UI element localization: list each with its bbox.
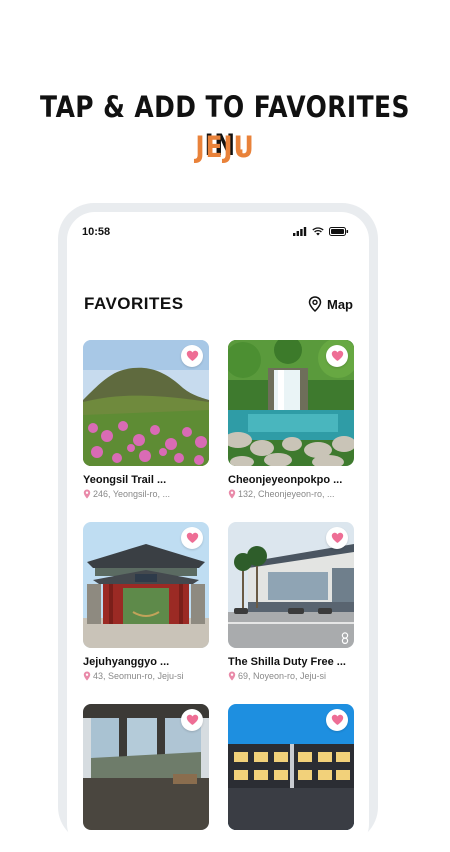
location-pin-icon xyxy=(83,671,91,681)
card-image xyxy=(228,704,354,830)
card-address: 246, Yeongsil-ro, ... xyxy=(83,489,209,499)
favorite-card[interactable] xyxy=(228,704,354,830)
card-title: Yeongsil Trail ... xyxy=(83,474,167,486)
phone-screen: 10:58 FAVORITES Map Yeongsil Trail ... 2… xyxy=(67,212,369,852)
map-button-label: Map xyxy=(327,296,353,312)
card-image xyxy=(228,340,354,466)
card-address-text: 69, Noyeon-ro, Jeju-si xyxy=(238,671,327,681)
card-image xyxy=(228,522,354,648)
favorite-heart-button[interactable] xyxy=(326,345,348,367)
favorite-heart-button[interactable] xyxy=(326,709,348,731)
heart-icon xyxy=(331,532,343,543)
favorite-heart-button[interactable] xyxy=(181,709,203,731)
card-title: Jejuhyanggyo ... xyxy=(83,656,170,668)
status-icons xyxy=(293,227,349,236)
card-address-text: 246, Yeongsil-ro, ... xyxy=(93,489,171,499)
favorite-card[interactable] xyxy=(83,704,209,830)
favorite-card[interactable]: Cheonjeyeonpokpo ... 132, Cheonjeyeon-ro… xyxy=(228,340,354,499)
heart-icon xyxy=(331,350,343,361)
signal-icon xyxy=(293,227,307,236)
favorite-card[interactable]: Yeongsil Trail ... 246, Yeongsil-ro, ... xyxy=(83,340,209,499)
location-pin-icon xyxy=(83,489,91,499)
card-title: Cheonjeyeonpokpo ... xyxy=(228,474,343,486)
status-time: 10:58 xyxy=(82,226,111,238)
card-address: 132, Cheonjeyeon-ro, ... xyxy=(228,489,354,499)
card-address: 69, Noyeon-ro, Jeju-si xyxy=(228,671,354,681)
location-pin-icon xyxy=(228,671,236,681)
favorite-heart-button[interactable] xyxy=(181,345,203,367)
card-address-text: 132, Cheonjeyeon-ro, ... xyxy=(238,489,335,499)
phone-frame: 10:58 FAVORITES Map Yeongsil Trail ... 2… xyxy=(58,203,378,852)
heart-icon xyxy=(186,532,198,543)
map-button[interactable]: Map xyxy=(308,296,353,312)
card-image xyxy=(83,340,209,466)
card-address: 43, Seomun-ro, Jeju-si xyxy=(83,671,209,681)
heart-icon xyxy=(186,714,198,725)
favorite-heart-button[interactable] xyxy=(326,527,348,549)
wifi-icon xyxy=(312,227,324,236)
card-address-text: 43, Seomun-ro, Jeju-si xyxy=(93,671,184,681)
page-title: FAVORITES xyxy=(84,294,184,313)
location-pin-icon xyxy=(228,489,236,499)
favorite-heart-button[interactable] xyxy=(181,527,203,549)
battery-icon xyxy=(329,227,349,236)
favorite-card[interactable]: The Shilla Duty Free ... 69, Noyeon-ro, … xyxy=(228,522,354,681)
camera-icon xyxy=(341,632,349,644)
card-image xyxy=(83,704,209,830)
headline-line-2: JEJU xyxy=(195,130,255,164)
favorite-card[interactable]: Jejuhyanggyo ... 43, Seomun-ro, Jeju-si xyxy=(83,522,209,681)
card-image xyxy=(83,522,209,648)
map-pin-icon xyxy=(308,296,322,312)
heart-icon xyxy=(331,714,343,725)
heart-icon xyxy=(186,350,198,361)
card-title: The Shilla Duty Free ... xyxy=(228,656,346,668)
